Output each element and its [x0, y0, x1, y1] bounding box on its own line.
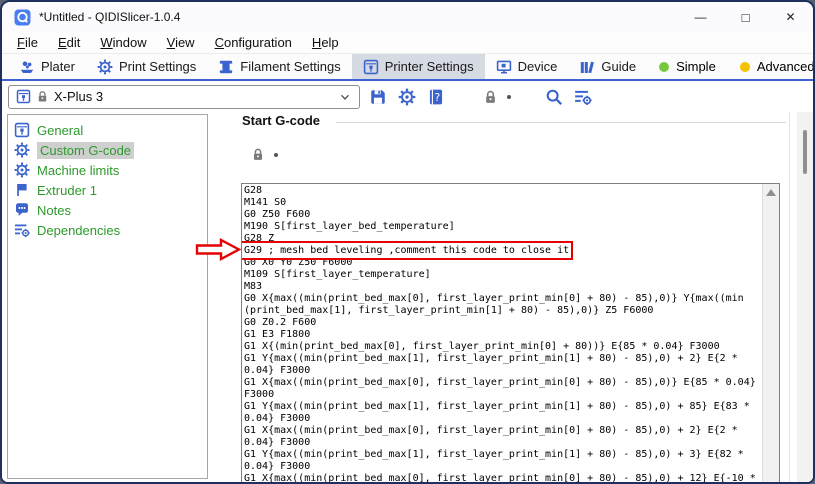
printer-icon: [14, 122, 30, 138]
lock-state-dot: [507, 95, 511, 99]
preset-toolbar: X-Plus 3: [2, 81, 813, 112]
preset-value: X-Plus 3: [54, 89, 103, 104]
flag-icon: [14, 182, 30, 198]
menu-view[interactable]: View: [157, 33, 205, 52]
editor-scrollbar[interactable]: [762, 184, 779, 484]
tab-print-settings[interactable]: Print Settings: [86, 54, 207, 79]
page-scrollbar[interactable]: [797, 112, 813, 482]
tab-strip: Plater Print Settings Filament Settings …: [2, 54, 813, 81]
sidebar-item-label: General: [37, 123, 83, 138]
save-preset-button[interactable]: [369, 88, 387, 106]
tab-device-label: Device: [518, 59, 558, 74]
gear-icon: [14, 162, 30, 178]
sidebar-item-custom-gcode[interactable]: Custom G-code: [8, 140, 207, 160]
tab-printer-settings[interactable]: Printer Settings: [352, 54, 485, 79]
tab-filament-settings-label: Filament Settings: [240, 59, 340, 74]
guide-icon: [579, 59, 595, 75]
lock-state-dot: [274, 153, 278, 157]
mode-simple-label: Simple: [676, 59, 716, 74]
menu-window[interactable]: Window: [90, 33, 156, 52]
sidebar-item-label: Notes: [37, 203, 71, 218]
mode-advanced-label: Advanced: [757, 59, 815, 74]
plater-icon: [19, 59, 35, 75]
lock-icon: [36, 90, 49, 103]
tab-guide[interactable]: Guide: [568, 54, 647, 79]
section-divider: [336, 122, 786, 123]
menu-configuration[interactable]: Configuration: [205, 33, 302, 52]
menu-help[interactable]: Help: [302, 33, 349, 52]
tab-printer-settings-label: Printer Settings: [385, 59, 474, 74]
gcode-text[interactable]: G28 M141 S0 G0 Z50 F600 M190 S[first_lay…: [242, 184, 762, 484]
gcode-lines-after: G0 X0 Y0 Z50 F6000 M109 S[first_layer_te…: [244, 257, 762, 484]
app-window: *Untitled - QIDISlicer-1.0.4 — □ ✕ File …: [0, 0, 815, 484]
sidebar-item-notes[interactable]: Notes: [8, 200, 207, 220]
search-button[interactable]: [545, 88, 563, 106]
section-title: Start G-code: [242, 113, 320, 128]
tab-guide-label: Guide: [601, 59, 636, 74]
mode-simple[interactable]: Simple: [647, 54, 728, 79]
gcode-highlight-line: G29 ; mesh bed leveling ,comment this co…: [244, 245, 762, 257]
gear-icon: [97, 59, 113, 75]
gear-icon: [14, 142, 30, 158]
sidebar-item-label: Dependencies: [37, 223, 120, 238]
help-book-button[interactable]: [427, 88, 445, 106]
menu-file[interactable]: File: [7, 33, 48, 52]
filament-icon: [218, 59, 234, 75]
annotation-arrow-icon: [195, 238, 241, 262]
tab-filament-settings[interactable]: Filament Settings: [207, 54, 351, 79]
window-controls: — □ ✕: [678, 2, 813, 32]
title-bar: *Untitled - QIDISlicer-1.0.4 — □ ✕: [2, 2, 813, 32]
mode-advanced[interactable]: Advanced: [728, 54, 815, 79]
maximize-button[interactable]: □: [723, 2, 768, 32]
content-area: General Custom G-code Machine limits Ext…: [2, 112, 813, 482]
printer-icon: [16, 89, 31, 104]
close-button[interactable]: ✕: [768, 2, 813, 32]
tab-device[interactable]: Device: [485, 54, 569, 79]
compare-settings-button[interactable]: [574, 88, 592, 106]
app-logo-icon: [14, 9, 31, 26]
simple-mode-dot-icon: [659, 62, 669, 72]
page-scrollbar-thumb[interactable]: [803, 130, 807, 174]
window-title: *Untitled - QIDISlicer-1.0.4: [39, 10, 180, 24]
sidebar-item-label: Machine limits: [37, 163, 119, 178]
settings-sidebar: General Custom G-code Machine limits Ext…: [7, 114, 208, 479]
sidebar-item-general[interactable]: General: [8, 120, 207, 140]
scroll-up-arrow-icon[interactable]: [766, 189, 776, 196]
printer-icon: [363, 59, 379, 75]
tab-plater[interactable]: Plater: [8, 54, 86, 79]
tab-plater-label: Plater: [41, 59, 75, 74]
start-gcode-editor[interactable]: G28 M141 S0 G0 Z50 F600 M190 S[first_lay…: [241, 183, 780, 484]
gcode-highlight-box: G29 ; mesh bed leveling ,comment this co…: [244, 245, 569, 256]
sidebar-item-dependencies[interactable]: Dependencies: [8, 220, 207, 240]
notes-bubble-icon: [14, 202, 30, 218]
menu-bar: File Edit Window View Configuration Help: [2, 32, 813, 54]
gcode-lines-before: G28 M141 S0 G0 Z50 F600 M190 S[first_lay…: [244, 185, 762, 245]
sidebar-item-extruder-1[interactable]: Extruder 1: [8, 180, 207, 200]
menu-edit[interactable]: Edit: [48, 33, 90, 52]
tab-print-settings-label: Print Settings: [119, 59, 196, 74]
lock-icon[interactable]: [251, 147, 265, 162]
advanced-mode-dot-icon: [740, 62, 750, 72]
gcode-lock-row: [251, 147, 278, 162]
sidebar-item-label: Custom G-code: [37, 142, 134, 159]
device-icon: [496, 59, 512, 75]
lock-toggle-button[interactable]: [483, 89, 498, 105]
sidebar-item-label: Extruder 1: [37, 183, 97, 198]
minimize-button[interactable]: —: [678, 2, 723, 32]
preset-settings-button[interactable]: [398, 88, 416, 106]
page-border: [789, 112, 790, 482]
list-gear-icon: [14, 222, 30, 238]
chevron-down-icon: [338, 90, 352, 104]
printer-preset-select[interactable]: X-Plus 3: [8, 85, 360, 109]
sidebar-item-machine-limits[interactable]: Machine limits: [8, 160, 207, 180]
